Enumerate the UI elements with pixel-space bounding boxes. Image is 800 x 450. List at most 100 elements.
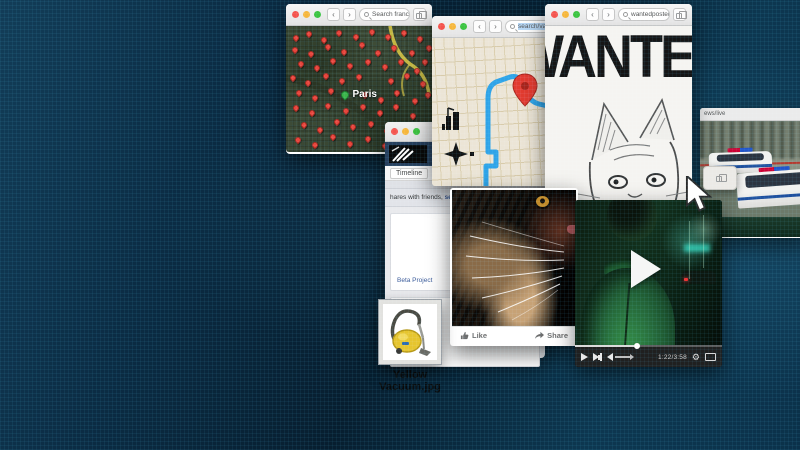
window-cat-post: Like Share bbox=[450, 188, 578, 346]
play-overlay-icon[interactable] bbox=[631, 250, 661, 288]
close-window-button[interactable] bbox=[438, 23, 445, 30]
forward-button[interactable]: › bbox=[343, 8, 356, 21]
cover-sketch bbox=[389, 145, 427, 163]
duplicate-tab-button[interactable] bbox=[673, 8, 686, 21]
browser-toolbar: ‹ › Search france/paris bbox=[286, 4, 432, 26]
traffic-lights bbox=[438, 23, 467, 30]
zoom-window-button[interactable] bbox=[413, 128, 420, 135]
browser-toolbar: ‹ › wantedposter.jpg bbox=[545, 4, 692, 26]
address-search-field[interactable]: wantedposter.jpg bbox=[618, 8, 670, 21]
copy-icon bbox=[676, 13, 682, 19]
minimize-window-button[interactable] bbox=[303, 11, 310, 18]
vacuum-thumbnail bbox=[379, 300, 441, 364]
back-chevron-icon: ‹ bbox=[332, 9, 335, 20]
desktop-background: ‹ › Search france/paris Paris ews/live bbox=[0, 0, 800, 450]
vacuum-drawing bbox=[383, 304, 437, 360]
file-icon-yellow-vacuum[interactable]: Yellow Vacuum.jpg bbox=[364, 300, 456, 394]
video-frame[interactable] bbox=[575, 200, 722, 347]
copy-icon bbox=[716, 176, 722, 182]
like-button[interactable]: Like bbox=[460, 331, 487, 340]
minimize-window-button[interactable] bbox=[402, 128, 409, 135]
street-pole bbox=[703, 215, 704, 268]
progress-played bbox=[575, 345, 634, 347]
settings-gear-icon[interactable]: ⚙ bbox=[692, 353, 700, 362]
forward-chevron-icon: › bbox=[494, 21, 497, 32]
browser-toolbar: ‹ › search/vancouver bbox=[432, 16, 558, 38]
search-icon bbox=[623, 12, 628, 17]
car-stripe bbox=[737, 192, 800, 200]
file-name-line2: Vacuum.jpg bbox=[364, 381, 456, 393]
close-window-button[interactable] bbox=[391, 128, 398, 135]
message-text: hares with friends, bbox=[390, 194, 445, 201]
back-chevron-icon: ‹ bbox=[591, 9, 594, 20]
wanted-headline: WANTED bbox=[545, 26, 692, 91]
suspect-head bbox=[607, 200, 657, 241]
beta-project-link[interactable]: Beta Project bbox=[397, 277, 432, 284]
window-video-player: 1:22/3:58 ⚙ bbox=[575, 200, 722, 367]
news-toolbar: ews/live bbox=[700, 108, 800, 121]
window-vancouver-map: ‹ › search/vancouver bbox=[432, 16, 558, 186]
police-car-front bbox=[736, 168, 800, 208]
minimize-window-button[interactable] bbox=[449, 23, 456, 30]
forward-button[interactable]: › bbox=[602, 8, 615, 21]
play-button[interactable] bbox=[581, 353, 588, 361]
landmark-icon bbox=[442, 108, 459, 130]
file-name-line1: Yellow bbox=[364, 369, 456, 381]
file-name-label: Yellow Vacuum.jpg bbox=[364, 369, 456, 394]
video-control-bar: 1:22/3:58 ⚙ bbox=[575, 347, 722, 367]
car-lightbar bbox=[759, 166, 790, 172]
news-url-fragment: ews/live bbox=[704, 111, 725, 117]
duplicate-tab-button[interactable] bbox=[413, 8, 426, 21]
cat-whiskers bbox=[452, 190, 576, 326]
profile-cover-photo[interactable] bbox=[389, 145, 427, 163]
car-window bbox=[745, 172, 800, 187]
paris-place-marker[interactable]: Paris bbox=[341, 89, 376, 100]
route-layer bbox=[432, 38, 558, 186]
volume-slider[interactable] bbox=[615, 356, 631, 358]
search-icon bbox=[364, 12, 369, 17]
traffic-lights bbox=[391, 128, 420, 135]
like-label: Like bbox=[472, 331, 487, 340]
post-action-bar: Like Share bbox=[452, 326, 576, 344]
search-query-text: Search france/paris bbox=[372, 11, 410, 18]
close-window-button[interactable] bbox=[292, 11, 299, 18]
address-search-field[interactable]: Search france/paris bbox=[359, 8, 410, 21]
back-button[interactable]: ‹ bbox=[327, 8, 340, 21]
search-query-text: wantedposter.jpg bbox=[631, 11, 670, 18]
car-window bbox=[716, 153, 764, 161]
car-lightbar bbox=[727, 147, 752, 152]
forward-chevron-icon: › bbox=[607, 9, 610, 20]
share-button[interactable]: Share bbox=[535, 331, 568, 340]
search-icon bbox=[510, 24, 515, 29]
progress-knob[interactable] bbox=[634, 343, 640, 349]
close-window-button[interactable] bbox=[551, 11, 558, 18]
traffic-lights bbox=[551, 11, 580, 18]
green-pin-icon bbox=[340, 89, 351, 100]
copy-icon bbox=[416, 13, 422, 19]
place-name-label: Paris bbox=[352, 89, 376, 100]
street-pole bbox=[689, 221, 690, 280]
back-chevron-icon: ‹ bbox=[478, 21, 481, 32]
zoom-window-button[interactable] bbox=[573, 11, 580, 18]
minimize-window-button[interactable] bbox=[562, 11, 569, 18]
fullscreen-button[interactable] bbox=[705, 353, 716, 361]
time-display: 1:22/3:58 bbox=[658, 354, 687, 361]
zoom-window-button[interactable] bbox=[314, 11, 321, 18]
thumb-up-icon bbox=[460, 331, 469, 340]
traffic-lights bbox=[292, 11, 321, 18]
tab-timeline[interactable]: Timeline bbox=[390, 168, 428, 179]
street-map[interactable] bbox=[432, 38, 558, 186]
zoom-window-button[interactable] bbox=[460, 23, 467, 30]
speaker-icon bbox=[607, 353, 613, 361]
share-label: Share bbox=[547, 331, 568, 340]
cat-photo bbox=[452, 190, 576, 326]
back-button[interactable]: ‹ bbox=[473, 20, 486, 33]
forward-button[interactable]: › bbox=[489, 20, 502, 33]
share-arrow-icon bbox=[535, 331, 544, 340]
compass-icon bbox=[444, 142, 474, 166]
back-button[interactable]: ‹ bbox=[586, 8, 599, 21]
progress-bar[interactable] bbox=[575, 345, 722, 347]
volume-control[interactable] bbox=[607, 353, 631, 361]
mouse-cursor-icon bbox=[684, 176, 714, 214]
parked-car bbox=[682, 271, 716, 284]
